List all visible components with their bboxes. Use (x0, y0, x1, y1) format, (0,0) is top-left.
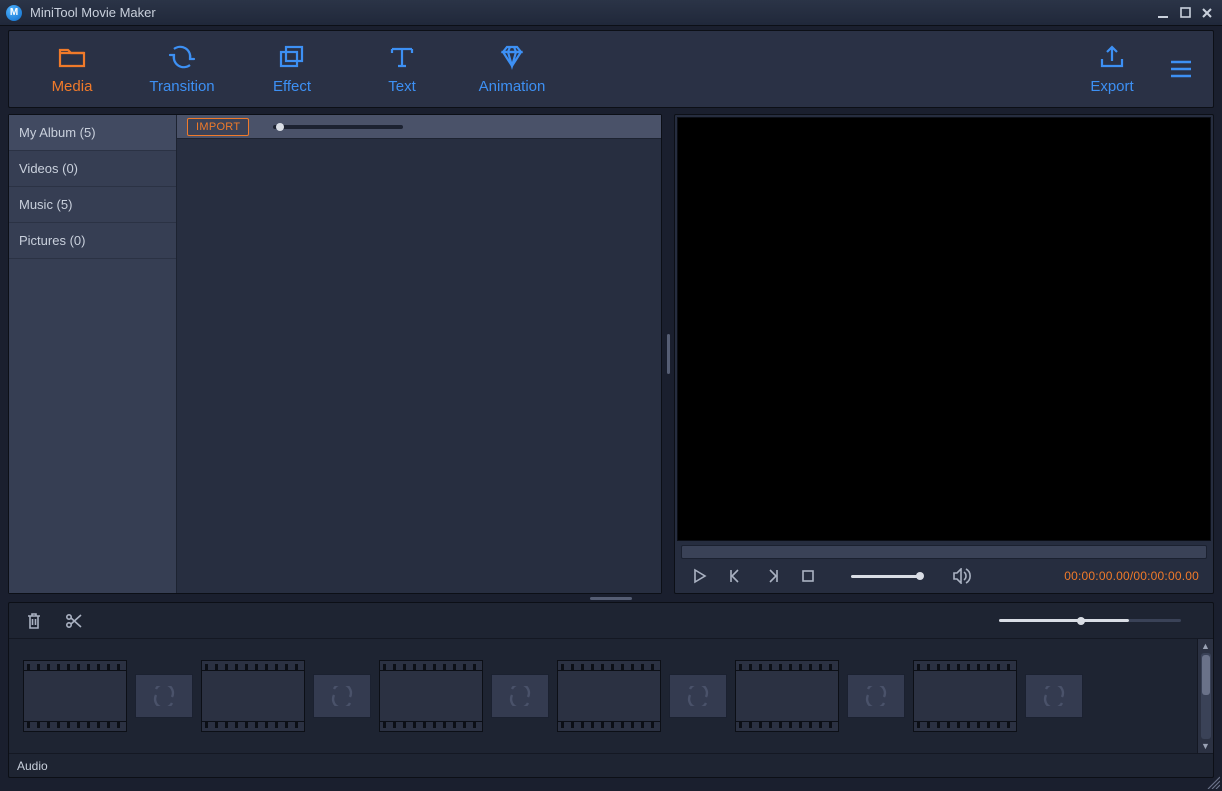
sidebar-item-label: My Album (5) (19, 125, 96, 140)
video-clip-placeholder[interactable] (379, 660, 483, 732)
tab-label: Text (388, 78, 416, 95)
tab-label: Effect (273, 78, 311, 95)
tab-label: Transition (149, 78, 214, 95)
video-track[interactable] (9, 639, 1197, 753)
clip-slot[interactable] (379, 660, 549, 732)
main-toolbar: Media Transition Effect Text Animation E… (8, 30, 1214, 108)
play-button[interactable] (689, 565, 711, 587)
clip-slot[interactable] (735, 660, 905, 732)
tab-transition[interactable]: Transition (127, 31, 237, 107)
media-panel: My Album (5) Videos (0) Music (5) Pictur… (8, 114, 662, 594)
hamburger-icon (1169, 59, 1193, 79)
transition-slot[interactable] (1025, 674, 1083, 718)
swap-icon (863, 686, 889, 706)
trash-icon (25, 612, 43, 630)
timeline-toolbar (9, 603, 1213, 639)
swap-icon (507, 686, 533, 706)
timeline-scrollbar[interactable]: ▲ ▼ (1197, 639, 1213, 753)
delete-button[interactable] (23, 610, 45, 632)
scissors-icon (65, 612, 83, 630)
video-clip-placeholder[interactable] (735, 660, 839, 732)
video-clip-placeholder[interactable] (23, 660, 127, 732)
tab-label: Media (52, 78, 93, 95)
text-icon (388, 44, 416, 70)
horizontal-splitter[interactable] (0, 594, 1222, 602)
menu-button[interactable] (1157, 31, 1205, 107)
video-clip-placeholder[interactable] (557, 660, 661, 732)
export-button[interactable]: Export (1067, 31, 1157, 107)
stack-icon (278, 44, 306, 70)
minimize-button[interactable] (1152, 3, 1174, 23)
sidebar-item-music[interactable]: Music (5) (9, 187, 176, 223)
stop-button[interactable] (797, 565, 819, 587)
sidebar-item-label: Videos (0) (19, 161, 78, 176)
diamond-icon (498, 44, 526, 70)
preview-scrubber[interactable] (681, 545, 1207, 559)
swap-icon (685, 686, 711, 706)
scroll-down-button[interactable]: ▼ (1201, 741, 1210, 751)
sidebar-item-pictures[interactable]: Pictures (0) (9, 223, 176, 259)
window-resize-grip[interactable] (1206, 775, 1220, 789)
transition-slot[interactable] (135, 674, 193, 718)
timecode-display: 00:00:00.00/00:00:00.00 (1064, 569, 1199, 583)
app-title: MiniTool Movie Maker (30, 5, 156, 20)
volume-slider[interactable] (851, 575, 921, 578)
import-label: IMPORT (196, 121, 240, 133)
preview-controls: 00:00:00.00/00:00:00.00 (677, 561, 1211, 591)
close-button[interactable] (1196, 3, 1218, 23)
volume-button[interactable] (951, 565, 973, 587)
tab-media[interactable]: Media (17, 31, 127, 107)
timeline-zoom-slider[interactable] (999, 619, 1129, 622)
transition-slot[interactable] (491, 674, 549, 718)
video-clip-placeholder[interactable] (913, 660, 1017, 732)
timeline-panel: ▲ ▼ Audio (8, 602, 1214, 778)
tab-effect[interactable]: Effect (237, 31, 347, 107)
split-button[interactable] (63, 610, 85, 632)
step-forward-button[interactable] (761, 565, 783, 587)
swap-icon (329, 686, 355, 706)
slider-thumb[interactable] (276, 123, 284, 131)
titlebar: M MiniTool Movie Maker (0, 0, 1222, 26)
sidebar-item-videos[interactable]: Videos (0) (9, 151, 176, 187)
clip-slot[interactable] (913, 660, 1083, 732)
scrollbar-track[interactable] (1201, 653, 1211, 739)
thumbnail-size-slider[interactable] (273, 125, 403, 129)
sidebar-item-my-album[interactable]: My Album (5) (9, 115, 176, 151)
app-logo-icon: M (6, 5, 22, 21)
tab-text[interactable]: Text (347, 31, 457, 107)
media-browser-toolbar: IMPORT (177, 115, 661, 139)
tab-animation[interactable]: Animation (457, 31, 567, 107)
clip-slot[interactable] (201, 660, 371, 732)
media-sidebar: My Album (5) Videos (0) Music (5) Pictur… (9, 115, 177, 593)
video-clip-placeholder[interactable] (201, 660, 305, 732)
swap-icon (1041, 686, 1067, 706)
scroll-up-button[interactable]: ▲ (1201, 641, 1210, 651)
swap-icon (168, 44, 196, 70)
transition-slot[interactable] (313, 674, 371, 718)
slider-thumb[interactable] (916, 572, 924, 580)
preview-panel: 00:00:00.00/00:00:00.00 (674, 114, 1214, 594)
sidebar-item-label: Music (5) (19, 197, 72, 212)
maximize-button[interactable] (1174, 3, 1196, 23)
import-button[interactable]: IMPORT (187, 118, 249, 136)
media-browser-area[interactable] (177, 139, 661, 593)
export-icon (1098, 44, 1126, 70)
clip-slot[interactable] (23, 660, 193, 732)
transition-slot[interactable] (847, 674, 905, 718)
vertical-splitter[interactable] (666, 114, 670, 594)
step-back-button[interactable] (725, 565, 747, 587)
swap-icon (151, 686, 177, 706)
slider-thumb[interactable] (1077, 617, 1085, 625)
audio-track-label: Audio (17, 759, 48, 773)
folder-icon (58, 44, 86, 70)
sidebar-item-label: Pictures (0) (19, 233, 85, 248)
export-label: Export (1090, 78, 1133, 95)
audio-track[interactable]: Audio (9, 753, 1213, 777)
tab-label: Animation (479, 78, 546, 95)
timeline-tracks[interactable]: ▲ ▼ (9, 639, 1213, 753)
transition-slot[interactable] (669, 674, 727, 718)
media-browser: IMPORT (177, 115, 661, 593)
clip-slot[interactable] (557, 660, 727, 732)
preview-screen[interactable] (677, 117, 1211, 541)
